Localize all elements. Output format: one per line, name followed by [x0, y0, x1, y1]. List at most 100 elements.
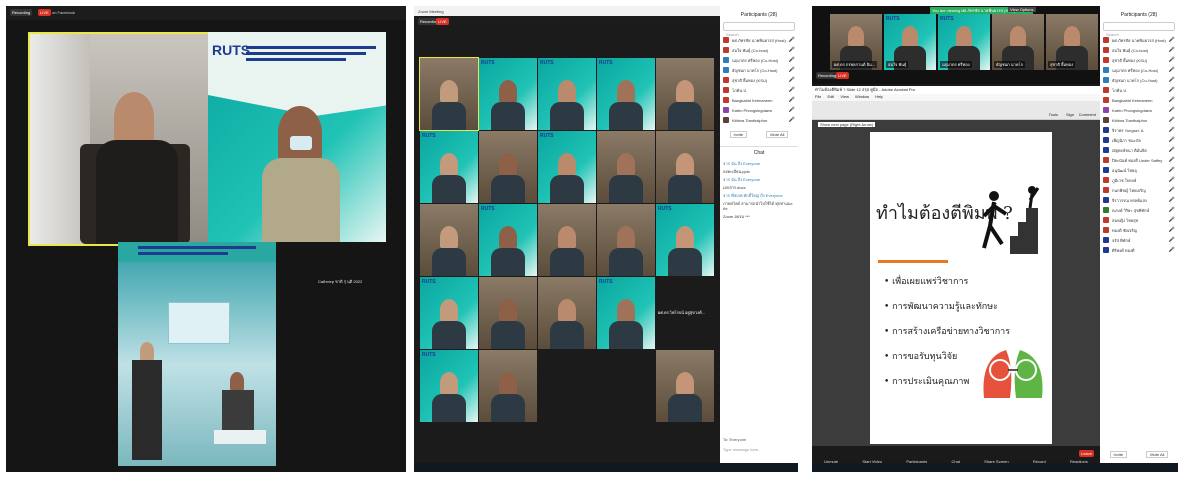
video-tile[interactable] — [419, 57, 479, 131]
video-tile[interactable]: RUTS — [538, 131, 596, 203]
participant-row[interactable]: สุชาติ ยิ้มทอง (KSU) 🎤 — [720, 75, 798, 85]
microphone-icon[interactable]: 🎤 — [789, 117, 795, 123]
microphone-icon[interactable]: 🎤 — [1169, 127, 1175, 133]
video-tile[interactable]: ผศ.ดร.ไพโรจน์ อยู่สุขวงศ์... — [656, 277, 714, 349]
mute-all-button[interactable]: Mute All — [1146, 451, 1169, 458]
video-tile[interactable] — [656, 131, 714, 203]
video-tile[interactable]: RUTS — [420, 277, 478, 349]
chat-message[interactable]: ภาพสไลด์ สามารถนำไปใช้ได้ ทุกท่านนะคะ — [723, 201, 795, 211]
microphone-icon[interactable]: 🎤 — [789, 87, 795, 93]
microphone-icon[interactable]: 🎤 — [1169, 157, 1175, 163]
microphone-icon[interactable]: 🎤 — [1169, 167, 1175, 173]
video-tile-presenter[interactable]: RUTS — [208, 32, 386, 242]
microphone-icon[interactable]: 🎤 — [1169, 247, 1175, 253]
participant-row[interactable]: ผศ.ภัทรชัย นาคพินยวรส (Host) 🎤 — [720, 35, 798, 45]
video-tile[interactable] — [597, 350, 655, 422]
microphone-icon[interactable]: 🎤 — [789, 37, 795, 43]
video-tile[interactable]: RUTS — [656, 204, 714, 276]
participant-row[interactable]: ธัญชนก นาคโก (Co-Host) 🎤 — [720, 65, 798, 75]
participant-row[interactable]: อนุนัฒน์ ไชยอุ 🎤 — [1100, 165, 1178, 175]
video-tile[interactable]: RUTS — [597, 58, 655, 130]
leave-button[interactable]: Leave — [1079, 450, 1094, 457]
microphone-icon[interactable]: 🎤 — [1169, 197, 1175, 203]
chat-input[interactable]: Type message here... — [723, 447, 761, 452]
video-tile[interactable]: RUTS — [420, 350, 478, 422]
microphone-icon[interactable]: 🎤 — [1169, 47, 1175, 53]
menu-window[interactable]: Window — [855, 94, 869, 101]
microphone-icon[interactable]: 🎤 — [1169, 107, 1175, 113]
participant-row[interactable]: โภคิน ป. 🎤 — [1100, 85, 1178, 95]
participant-row[interactable]: ภูมิเวช ใจหงษ์ 🎤 — [1100, 175, 1178, 185]
microphone-icon[interactable]: 🎤 — [1169, 37, 1175, 43]
invite-button[interactable]: Invite — [1109, 451, 1128, 458]
participant-row[interactable]: เพ็ญนิภา ชนะภัย 🎤 — [1100, 135, 1178, 145]
video-tile[interactable] — [656, 58, 714, 130]
video-tile-speaker[interactable] — [28, 32, 210, 246]
participant-row[interactable]: นฤมาตร ศรีทอง (Co-Host) 🎤 — [1100, 65, 1178, 75]
participant-row[interactable]: นฤมาตร ศรีทอง (Co-Host) 🎤 — [720, 55, 798, 65]
participant-row[interactable]: กนกพิชญ์ ไทยเจริญ 🎤 — [1100, 185, 1178, 195]
participant-row[interactable]: จรัส พิทักษ์ 🎤 — [1100, 235, 1178, 245]
microphone-icon[interactable]: 🎤 — [1169, 67, 1175, 73]
menu-file[interactable]: File — [815, 94, 821, 101]
participant-row[interactable]: Katrin Phongsingdaew 🎤 — [1100, 105, 1178, 115]
participant-row[interactable]: Kittima Tianthalphor 🎤 — [1100, 115, 1178, 125]
mute-all-button[interactable]: Mute All — [766, 131, 789, 138]
participant-row[interactable]: Bangkabid Ketmaneen 🎤 — [1100, 95, 1178, 105]
participant-row[interactable]: ธัญชนก นาคโก (Co-Host) 🎤 — [1100, 75, 1178, 85]
chat-message[interactable]: ลงทะเบียน.pptx — [723, 169, 795, 174]
view-options-button[interactable]: View Options — [1008, 7, 1036, 12]
microphone-icon[interactable]: 🎤 — [1169, 237, 1175, 243]
microphone-icon[interactable]: 🎤 — [1169, 137, 1175, 143]
video-tile[interactable]: RUTS — [538, 58, 596, 130]
microphone-icon[interactable]: 🎤 — [1169, 77, 1175, 83]
video-tile[interactable]: RUTS — [420, 131, 478, 203]
participant-row[interactable]: จิราวรรณ ทรพย์แสง 🎤 — [1100, 195, 1178, 205]
menu-edit[interactable]: Edit — [827, 94, 834, 101]
video-tile[interactable] — [538, 277, 596, 349]
participant-row[interactable]: ปิยะนันท์ ทองดี Under Saffey 🎤 — [1100, 155, 1178, 165]
video-tile[interactable]: RUTS — [479, 58, 537, 130]
menu-view[interactable]: View — [840, 94, 849, 101]
video-thumbnail[interactable]: RUTS สมใจ พันธุ์ — [884, 14, 936, 70]
video-tile[interactable]: RUTS — [479, 204, 537, 276]
microphone-icon[interactable]: 🎤 — [789, 97, 795, 103]
video-tile[interactable] — [656, 350, 714, 422]
video-tile[interactable] — [597, 204, 655, 276]
participant-row[interactable]: สมหญิง ไทยสุข 🎤 — [1100, 215, 1178, 225]
microphone-icon[interactable]: 🎤 — [789, 57, 795, 63]
video-tile[interactable] — [538, 350, 596, 422]
sign-button[interactable]: Sign — [1066, 112, 1074, 117]
menu-help[interactable]: Help — [875, 94, 883, 101]
video-tile[interactable] — [479, 350, 537, 422]
microphone-icon[interactable]: 🎤 — [789, 47, 795, 53]
video-thumbnail[interactable]: สุชาติ ยิ้มทอง — [1046, 14, 1098, 70]
participant-row[interactable]: ผศ.ภัทรชัย นาคพินยวรส (Host) 🎤 — [1100, 35, 1178, 45]
tools-button[interactable]: Tools — [1049, 112, 1058, 117]
video-tile[interactable] — [538, 204, 596, 276]
participant-row[interactable]: สมใจ พันธุ์ (Co-host) 🎤 — [720, 45, 798, 55]
video-thumbnail[interactable]: RUTS นฤมาตร ศรีทอง — [938, 14, 990, 70]
microphone-icon[interactable]: 🎤 — [1169, 187, 1175, 193]
video-tile[interactable] — [420, 204, 478, 276]
comment-button[interactable]: Comment — [1079, 112, 1096, 117]
chat-message[interactable]: Zoom อบรม *** — [723, 214, 795, 219]
microphone-icon[interactable]: 🎤 — [1169, 177, 1175, 183]
participant-row[interactable]: Bangkabid Ketmaneen 🎤 — [720, 95, 798, 105]
video-thumbnail[interactable]: ผศ.ดร.กรพลกานต์ อิน... — [830, 14, 882, 70]
microphone-icon[interactable]: 🎤 — [1169, 117, 1175, 123]
microphone-icon[interactable]: 🎤 — [1169, 217, 1175, 223]
participant-row[interactable]: ณรงค์ วิริยะ สุขพิทักษ์ 🎤 — [1100, 205, 1178, 215]
chat-message[interactable]: เอกสาร.docx — [723, 185, 795, 190]
video-tile[interactable] — [479, 131, 537, 203]
microphone-icon[interactable]: 🎤 — [1169, 227, 1175, 233]
participant-row[interactable]: สมใจ พันธุ์ (Co-host) 🎤 — [1100, 45, 1178, 55]
participant-row[interactable]: สุชาติ ยิ้มทอง (KSU) 🎤 — [1100, 55, 1178, 65]
video-tile[interactable]: RUTS — [597, 277, 655, 349]
video-thumbnail[interactable]: ธัญชนก นาคโก — [992, 14, 1044, 70]
microphone-icon[interactable]: 🎤 — [1169, 57, 1175, 63]
participant-row[interactable]: ทองดี ชัยเจริญ 🎤 — [1100, 225, 1178, 235]
video-tile[interactable] — [479, 277, 537, 349]
microphone-icon[interactable]: 🎤 — [1169, 147, 1175, 153]
chat-recipient[interactable]: To: Everyone — [723, 437, 746, 442]
